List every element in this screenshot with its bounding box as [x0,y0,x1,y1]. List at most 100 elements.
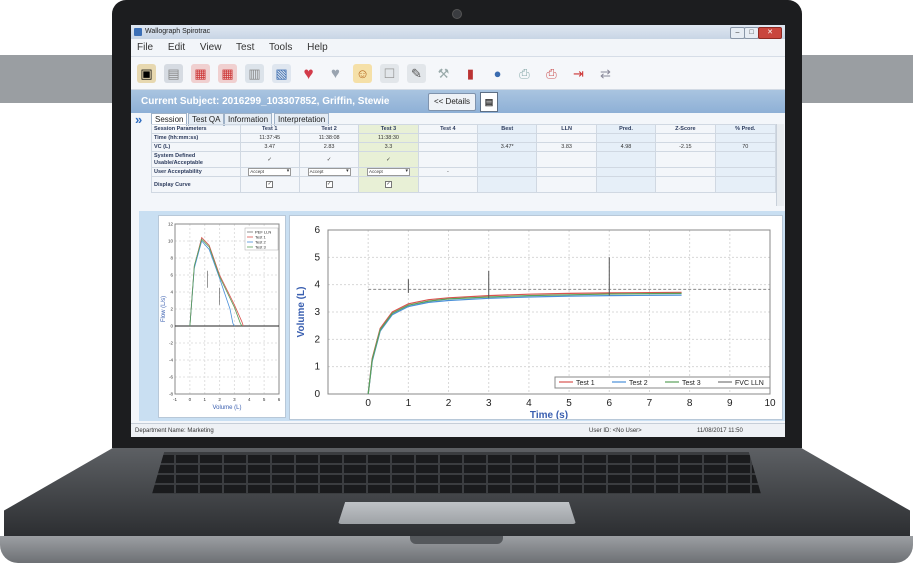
subject-bar: Current Subject: 2016299_103307852, Grif… [131,90,785,113]
table-row: Time (hh:mm:ss) 11:37:45 11:38:08 11:38:… [151,133,777,143]
menu-edit[interactable]: Edit [168,42,185,53]
table-cell [655,133,716,143]
export-icon[interactable]: ▧ [272,63,291,83]
row-label: User Acceptability [151,167,241,177]
menu-file[interactable]: File [137,42,153,53]
table-cell: - [417,167,479,177]
table-header-row: Session Parameters Test 1 Test 2 Test 3 … [151,124,777,134]
table-cell: 2.83 [298,142,360,152]
details-button[interactable]: << Details [428,93,476,111]
subject-icon[interactable]: ▣ [137,63,156,83]
display-curve-cell: ✓ [239,176,300,193]
y-tick-label: 0 [314,389,320,400]
column-header[interactable]: Test 4 [417,124,479,134]
acceptability-select[interactable]: Accept [307,168,351,176]
close-button[interactable]: ✕ [758,27,782,39]
column-header: % Pred. [714,124,777,134]
table-cell [477,133,538,143]
display-curve-checkbox[interactable]: ✓ [384,181,392,188]
table-scrollbar[interactable] [776,124,784,206]
y-tick-label: 6 [314,225,320,236]
menu-help[interactable]: Help [307,42,328,53]
volume-time-svg: 0 1 2 3 4 5 6 7 8 9 10 0 1 2 3 4 5 6 Time (s) Volume (L) Tes… [296,225,776,421]
legend-label: Test 3 [682,380,701,387]
table-cell [417,142,479,152]
department-name: Department Name: Marketing [135,428,214,434]
table-cell [595,167,657,177]
key-row [152,485,761,493]
report-red-icon[interactable]: ▦ [191,63,210,83]
menu-test[interactable]: Test [236,42,254,53]
column-header[interactable]: Test 2 [298,124,360,134]
save-icon[interactable]: ▤ [164,63,183,83]
y-tick-label: 4 [170,290,173,295]
menu-tools[interactable]: Tools [269,42,292,53]
table-cell: 11:38:30 [358,133,419,143]
table-cell: 3.3 [358,142,419,152]
lung-icon[interactable]: ♥ [326,64,345,83]
column-header: Z-Score [655,124,716,134]
y-tick-label: -4 [169,358,173,363]
menu-view[interactable]: View [200,42,222,53]
maximize-button[interactable]: □ [744,27,759,39]
y-tick-label: 8 [170,256,173,261]
table-cell [536,176,597,193]
table-cell: 3.47 [239,142,300,152]
x-tick-label: 4 [526,398,532,409]
id-card-icon[interactable]: ☐ [380,63,399,83]
y-tick-label: 5 [314,252,320,263]
heart-icon[interactable]: ♥ [299,64,318,83]
x-tick-label: 5 [263,397,266,402]
y-tick-label: -8 [169,392,173,397]
column-header[interactable]: Test 1 [239,124,300,134]
sync-icon[interactable]: ⇄ [596,64,615,83]
table-cell [595,133,657,143]
current-subject-label: Current Subject: 2016299_103307852, Grif… [141,96,390,107]
table-cell [477,176,538,193]
minimize-button[interactable]: – [730,27,745,39]
column-header: LLN [536,124,597,134]
acceptability-select[interactable]: Accept [248,168,292,176]
person-icon[interactable]: ☺ [353,63,372,83]
tools-icon[interactable]: ⚒ [434,64,453,83]
table-row: VC (L) 3.47 2.83 3.3 3.47* 3.83 4.98 -2.… [151,142,777,152]
legend-label: Test 2 [629,380,648,387]
column-header[interactable]: Test 3 [358,124,419,134]
display-curve-checkbox[interactable]: ✓ [266,181,274,188]
table-row: User Acceptability Accept Accept Accept … [151,167,777,177]
notes-icon[interactable]: ▤ [480,92,498,112]
copy-icon[interactable]: ▥ [245,63,264,83]
collapse-chevron-icon[interactable]: » [135,113,142,126]
row-label: Time (hh:mm:ss) [151,133,241,143]
table-cell [714,167,777,177]
legend-label: FVC LLN [735,380,764,387]
report-icon[interactable]: ▦ [218,63,237,83]
toolbar: ▣ ▤ ▦ ▦ ▥ ▧ ♥ ♥ ☺ ☐ ✎ ⚒ ▮ ● ⎙ ⎙ ⇥ ⇄ [131,57,785,90]
y-tick-label: -6 [169,375,173,380]
y-axis-label: Volume (L) [296,287,307,338]
x-tick-label: 2 [446,398,452,409]
y-tick-label: 4 [314,280,320,291]
y-tick-label: 3 [314,307,320,318]
x-tick-label: 0 [189,397,192,402]
table-cell: 11:37:45 [239,133,300,143]
row-label: Display Curve [151,176,241,193]
title-bar: Wallograph Spirotrac – □ ✕ [131,25,785,39]
table-cell [477,167,538,177]
x-tick-label: 0 [365,398,371,409]
lock-icon[interactable]: ● [488,64,507,83]
table-cell [595,151,657,168]
print-preview-icon[interactable]: ⎙ [542,64,561,83]
display-curve-checkbox[interactable]: ✓ [325,181,333,188]
x-tick-label: 5 [566,398,572,409]
edit-icon[interactable]: ✎ [407,63,426,83]
acceptability-select[interactable]: Accept [366,168,410,176]
table-cell [655,167,716,177]
print-icon[interactable]: ⎙ [515,64,534,83]
exit-icon[interactable]: ⇥ [569,64,588,83]
row-label: System Defined Usable/Acceptable [151,151,241,168]
flow-volume-svg: -1 0 1 2 3 4 5 6121086420-2-4-6-8Volume (L)Flow… [161,222,281,412]
table-cell [714,151,777,168]
device-icon[interactable]: ▮ [461,64,480,83]
row-label: VC (L) [151,142,241,152]
